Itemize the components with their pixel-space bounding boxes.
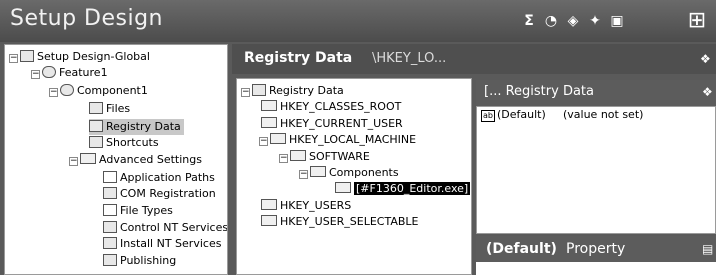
setup-global-icon — [20, 50, 34, 62]
string-value-icon: ab — [481, 110, 495, 122]
collapse-icon[interactable]: − — [259, 137, 268, 146]
registry-panel-title: Registry Data — [244, 50, 353, 66]
install-toolbar-icon[interactable]: ✦ — [586, 12, 604, 30]
tree-item-shortcuts[interactable]: Shortcuts — [89, 135, 159, 151]
page-title: Setup Design — [10, 6, 163, 31]
package-toolbar-icon[interactable]: ▣ — [608, 12, 626, 30]
reg-item-hkey-classes-root[interactable]: HKEY_CLASSES_ROOT — [261, 99, 401, 115]
values-header-icon: ❖ — [702, 85, 713, 99]
sigma-icon[interactable]: Σ — [520, 12, 538, 30]
target-toolbar-icon[interactable]: ◈ — [564, 12, 582, 30]
reg-item-registry-data[interactable]: − Registry Data — [241, 83, 344, 99]
reg-item-hkey-current-user[interactable]: HKEY_CURRENT_USER — [261, 116, 403, 132]
folder-icon — [310, 166, 326, 177]
tree-item-feature1[interactable]: − Feature1 — [31, 65, 108, 81]
registry-icon — [252, 84, 266, 96]
collapse-icon[interactable]: − — [279, 154, 288, 163]
publishing-icon — [103, 254, 117, 266]
property-name: (Default) — [486, 241, 557, 257]
folder-icon — [335, 182, 351, 193]
registry-path: \HKEY_LO... — [372, 51, 447, 66]
tree-item-files[interactable]: Files — [89, 101, 130, 117]
values-panel: ab (Default) (value not set) — [476, 106, 716, 234]
collapse-icon[interactable]: − — [31, 70, 40, 79]
header-bar: Setup Design Σ ◔ ◈ ✦ ▣ ⊞ — [0, 0, 716, 42]
tree-item-file-types[interactable]: File Types — [103, 203, 173, 219]
tree-item-control-nt-services[interactable]: Control NT Services — [103, 220, 227, 236]
shortcut-icon — [89, 136, 103, 148]
folder-icon — [270, 133, 286, 144]
values-panel-title: [... Registry Data — [484, 84, 594, 99]
feature-icon — [42, 66, 56, 78]
registry-tree-panel: − Registry Data HKEY_CLASSES_ROOT HKEY_CU… — [236, 78, 472, 275]
file-types-icon — [103, 204, 117, 216]
reg-item-software[interactable]: − SOFTWARE — [279, 149, 370, 165]
reg-item-hkey-user-selectable[interactable]: HKEY_USER_SELECTABLE — [261, 214, 419, 230]
reg-item-editor-exe[interactable]: [#F1360_Editor.exe] — [335, 181, 471, 197]
tree-item-component1[interactable]: − Component1 — [49, 83, 148, 99]
property-header-icon: ▤ — [702, 242, 714, 256]
tree-item-com-registration[interactable]: COM Registration — [103, 186, 216, 202]
folder-icon — [261, 215, 277, 226]
application-paths-icon — [103, 171, 117, 183]
com-icon — [103, 187, 117, 199]
folder-icon — [261, 100, 277, 111]
reg-item-components[interactable]: − Components — [299, 165, 399, 181]
tree-item-advanced-settings[interactable]: − Advanced Settings — [69, 152, 202, 168]
collapse-icon[interactable]: − — [9, 54, 18, 63]
tree-item-setup-design-global[interactable]: − Setup Design-Global — [9, 49, 150, 65]
value-row[interactable]: ab (Default) (value not set) — [477, 107, 643, 123]
registry-header-icon: ❖ — [700, 52, 711, 66]
property-label: Property — [566, 241, 626, 257]
folder-icon — [290, 150, 306, 161]
tree-item-install-nt-services[interactable]: Install NT Services — [103, 236, 221, 252]
property-header-bar: (Default) Property ▤ — [476, 236, 716, 262]
collapse-icon[interactable]: − — [241, 88, 250, 97]
feature-tree-panel: − Setup Design-Global − Feature1 − Componen… — [4, 44, 228, 275]
tree-item-publishing[interactable]: Publishing — [103, 253, 176, 269]
control-nt-icon — [103, 221, 117, 233]
tree-item-application-paths[interactable]: Application Paths — [103, 170, 215, 186]
reg-item-hkey-local-machine[interactable]: − HKEY_LOCAL_MACHINE — [259, 132, 416, 148]
collapse-icon[interactable]: − — [69, 157, 78, 166]
registry-icon — [89, 120, 103, 132]
collapse-icon[interactable]: − — [49, 88, 58, 97]
property-panel — [476, 262, 716, 275]
folder-icon — [261, 199, 277, 210]
files-icon — [89, 102, 103, 114]
install-nt-icon — [103, 237, 117, 249]
folder-icon — [80, 153, 96, 164]
component-icon — [60, 84, 74, 96]
folder-icon — [261, 117, 277, 128]
tree-item-registry-data[interactable]: Registry Data — [89, 119, 184, 135]
component-toolbar-icon[interactable]: ◔ — [542, 12, 560, 30]
collapse-icon[interactable]: − — [299, 170, 308, 179]
reg-item-hkey-users[interactable]: HKEY_USERS — [261, 198, 351, 214]
setup-design-icon: ⊞ — [687, 8, 707, 33]
